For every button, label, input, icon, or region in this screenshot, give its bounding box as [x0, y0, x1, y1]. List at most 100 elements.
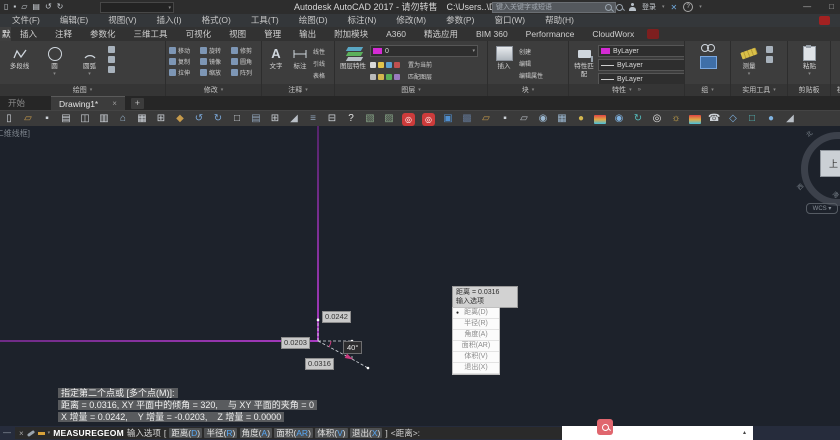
panel-label-utilities[interactable]: 实用工具 ▾: [731, 84, 787, 96]
render-image-icon[interactable]: ▩: [461, 111, 473, 127]
context-menu-item[interactable]: 距离(D) ●: [453, 308, 499, 319]
tool-edit-attributes[interactable]: 编辑属性: [519, 71, 543, 80]
menu-item[interactable]: 编辑(E): [50, 14, 98, 27]
tool-linear[interactable]: 线性: [313, 47, 325, 56]
etransmit-icon[interactable]: ⊞: [155, 111, 167, 127]
new-tab-button[interactable]: +: [130, 97, 144, 109]
layer-thaw-icon[interactable]: [378, 73, 384, 80]
command-option-A[interactable]: 角度(A): [239, 428, 273, 438]
tool-leader[interactable]: 引线: [313, 59, 325, 68]
display-icon[interactable]: □: [746, 111, 758, 127]
folder-icon[interactable]: ▱: [480, 111, 492, 127]
id-point-icon[interactable]: [766, 46, 773, 53]
monitor-icon[interactable]: □: [231, 111, 243, 127]
panels-icon[interactable]: ▤: [250, 111, 262, 127]
viewcube-wcs-dropdown[interactable]: WCS ▾: [806, 203, 838, 214]
save-icon[interactable]: ▪: [41, 111, 53, 127]
contact-icon[interactable]: ●: [765, 111, 777, 127]
tool-edit-block[interactable]: 编辑: [519, 59, 543, 68]
layer-freeze-icon[interactable]: [378, 61, 384, 68]
recent-commands-icon[interactable]: [37, 431, 45, 435]
object-color-select[interactable]: ByLayer ▾: [598, 45, 684, 57]
command-option-AR[interactable]: 面积(AR): [274, 428, 313, 438]
tool-create-block[interactable]: 创建: [519, 47, 543, 56]
help-icon[interactable]: ?: [683, 2, 694, 12]
menu-item[interactable]: 视图(V): [98, 14, 146, 27]
ribbon-tab[interactable]: A360: [377, 27, 415, 41]
command-line[interactable]: × ▾ MEASUREGEOM 输入选项 [ 距离(D) 半径(R) 角度(A)…: [15, 427, 569, 439]
workspace-dropdown[interactable]: ▾: [100, 2, 174, 13]
record-icon[interactable]: ◎: [402, 112, 415, 126]
drawing-viewport[interactable]: [-][俯视][二维线框] 上 WCS ▾ 0.0242 0.0203 0.03…: [0, 126, 840, 426]
tool-array[interactable]: 阵列: [231, 68, 259, 77]
ribbon-tab[interactable]: 附加模块: [325, 27, 377, 41]
layer-off-icon[interactable]: [370, 61, 376, 68]
refresh-icon[interactable]: ↻: [632, 111, 644, 127]
close-icon[interactable]: ×: [112, 97, 117, 111]
exchange-apps-icon[interactable]: ✕: [671, 3, 678, 12]
menu-item[interactable]: 绘图(D): [289, 14, 338, 27]
undo-icon[interactable]: ↺: [45, 0, 52, 14]
sun-icon[interactable]: ☼: [670, 111, 682, 127]
sketch-icon[interactable]: ◢: [784, 111, 796, 127]
print-icon[interactable]: ▤: [60, 111, 72, 127]
layer-walk-icon[interactable]: [394, 73, 400, 80]
viewcube-top-face[interactable]: 上: [820, 150, 840, 177]
panel-label-draw[interactable]: 绘图 ▾: [0, 84, 165, 96]
layers-icon[interactable]: ≡: [307, 111, 319, 127]
ribbon-tab[interactable]: CloudWorx: [583, 27, 643, 41]
notification-badge[interactable]: [819, 16, 830, 25]
new-file-icon[interactable]: ▯: [3, 111, 15, 127]
tab-start[interactable]: 开始: [0, 96, 33, 110]
osnap-icon[interactable]: ◉: [537, 111, 549, 127]
tool-polyline[interactable]: 多段线: [3, 44, 36, 71]
context-menu-item[interactable]: 面积(AR): [453, 341, 499, 352]
tool-measure[interactable]: 测量 ▾: [734, 44, 764, 77]
sheet-set-icon[interactable]: ▧: [364, 111, 376, 127]
chevron-down-icon[interactable]: ▾: [48, 430, 51, 436]
ribbon-tab[interactable]: 插入: [11, 27, 46, 41]
snapshot-icon[interactable]: ◎: [651, 111, 663, 127]
menu-item[interactable]: 帮助(H): [535, 14, 584, 27]
panel-label-groups[interactable]: 组 ▾: [685, 84, 730, 96]
chevron-down-icon[interactable]: ▾: [699, 4, 702, 10]
tool-stretch[interactable]: 拉伸: [169, 68, 197, 77]
close-command-icon[interactable]: ×: [19, 429, 24, 438]
menu-item[interactable]: 修改(M): [386, 14, 436, 27]
plot-icon[interactable]: ▥: [98, 111, 110, 127]
plugin-badge[interactable]: [647, 29, 660, 39]
menu-item[interactable]: 参数(P): [436, 14, 484, 27]
search-input[interactable]: 键入关键字或短语: [492, 2, 616, 13]
redo-icon[interactable]: ↻: [57, 0, 64, 14]
tool-rotate[interactable]: 旋转: [200, 46, 228, 55]
camera-icon[interactable]: ◉: [613, 111, 625, 127]
menu-item[interactable]: 文件(F): [2, 14, 50, 27]
record-alt-icon[interactable]: ◎: [422, 112, 435, 126]
ribbon-tab[interactable]: 输出: [290, 27, 325, 41]
minimize-icon[interactable]: —: [3, 426, 11, 440]
import-icon[interactable]: ▱: [518, 111, 530, 127]
layer-lock-icon[interactable]: [386, 61, 392, 68]
point-style-icon[interactable]: ▦: [556, 111, 568, 127]
publish-icon[interactable]: ⌂: [117, 111, 129, 127]
ribbon-tab-home[interactable]: 默认: [0, 27, 11, 41]
tool-mirror[interactable]: 镜像: [200, 57, 228, 66]
panel-label-layers[interactable]: 图层 ▾: [335, 84, 487, 96]
panel-label-clipboard[interactable]: 剪贴板: [788, 84, 830, 96]
panel-label-view[interactable]: 视图▾»: [831, 84, 840, 96]
cube-3d-icon[interactable]: ◇: [727, 111, 739, 127]
context-menu-item[interactable]: 半径(R): [453, 319, 499, 330]
rectangle-icon[interactable]: [108, 46, 115, 53]
grid-icon[interactable]: ⊞: [269, 111, 281, 127]
tab-drawing1[interactable]: Drawing1* ×: [51, 96, 125, 110]
ribbon-tab[interactable]: BIM 360: [467, 27, 517, 41]
tool-arc[interactable]: 圆弧 ▾: [73, 44, 106, 77]
open-folder-icon[interactable]: ▱: [22, 111, 34, 127]
hatch-icon[interactable]: [108, 66, 115, 73]
tool-copy[interactable]: 复制: [169, 57, 197, 66]
customize-wrench-icon[interactable]: [26, 429, 35, 437]
panel-label-modify[interactable]: 修改 ▾: [166, 84, 261, 96]
print-icon[interactable]: ▤: [32, 0, 40, 14]
tool-layer-properties[interactable]: 图层特性: [338, 44, 368, 71]
view-icon[interactable]: ▦: [136, 111, 148, 127]
